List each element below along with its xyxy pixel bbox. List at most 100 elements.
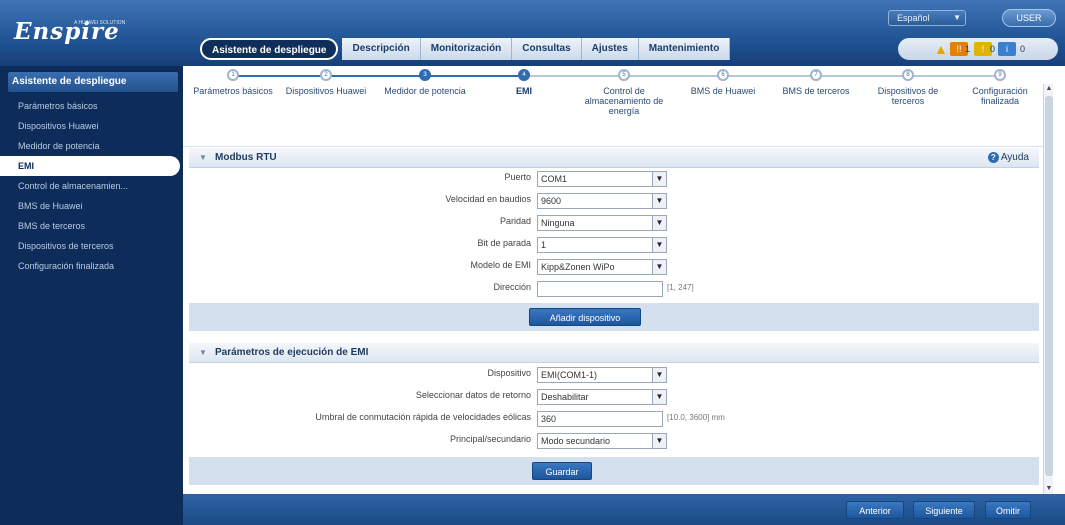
- sidebar-item-third-party-bms[interactable]: BMS de terceros: [0, 216, 175, 236]
- scroll-up-icon[interactable]: ▲: [1044, 84, 1054, 94]
- section-modbus-rtu[interactable]: ▼ Modbus RTU ? Ayuda: [189, 148, 1039, 168]
- footer-bar: Anterior Siguiente Omitir: [183, 494, 1065, 525]
- next-button[interactable]: Siguiente: [913, 501, 975, 519]
- tab-settings[interactable]: Ajustes: [581, 38, 639, 60]
- emi-model-label: Modelo de EMI: [470, 260, 531, 270]
- step-huawei-devices[interactable]: 2 Dispositivos Huawei: [281, 66, 371, 96]
- baud-select[interactable]: 9600 ▼: [537, 193, 667, 209]
- help-icon: ?: [987, 152, 999, 163]
- step-label: Parámetros básicos: [193, 86, 273, 96]
- wizard-steps: 1 Parámetros básicos 2 Dispositivos Huaw…: [183, 66, 1049, 146]
- step-config-done[interactable]: 9 Configuración finalizada: [955, 66, 1045, 106]
- port-select[interactable]: COM1 ▼: [537, 171, 667, 187]
- major-alarm-count: 1: [965, 44, 971, 54]
- help-link[interactable]: ? Ayuda: [987, 148, 1029, 168]
- section-emi-run-params[interactable]: ▼ Parámetros de ejecución de EMI: [189, 343, 1039, 363]
- help-label: Ayuda: [1000, 152, 1029, 163]
- save-button[interactable]: Guardar: [532, 462, 592, 480]
- threshold-label: Umbral de conmutación rápida de velocida…: [315, 412, 531, 422]
- step-huawei-bms[interactable]: 6 BMS de Huawei: [678, 66, 768, 96]
- primary-secondary-select[interactable]: Modo secundario ▼: [537, 433, 667, 449]
- main-content: ▼ Modbus RTU ? Ayuda Puerto COM1 ▼ Veloci…: [183, 146, 1043, 494]
- stop-bit-select[interactable]: 1 ▼: [537, 237, 667, 253]
- user-menu[interactable]: USER: [1002, 9, 1056, 27]
- step-power-meter[interactable]: 3 Medidor de potencia: [380, 66, 470, 96]
- collapse-icon[interactable]: ▼: [199, 148, 207, 168]
- device-value: EMI(COM1-1): [541, 370, 597, 380]
- warning-alarm-icon[interactable]: i: [998, 42, 1016, 56]
- device-select[interactable]: EMI(COM1-1) ▼: [537, 367, 667, 383]
- tab-overview[interactable]: Descripción: [342, 38, 421, 60]
- user-name: USER: [1016, 13, 1042, 23]
- emi-model-value: Kipp&Zonen WiPo: [541, 262, 615, 272]
- language-select[interactable]: Español ▼: [888, 10, 966, 26]
- row-return-data: Seleccionar datos de retorno Deshabilita…: [189, 387, 1039, 407]
- chevron-down-icon: ▼: [652, 238, 666, 252]
- tab-deployment-wizard[interactable]: Asistente de despliegue: [200, 38, 339, 60]
- tab-query[interactable]: Consultas: [512, 38, 582, 60]
- language-value: Español: [897, 13, 930, 23]
- add-device-button[interactable]: Añadir dispositivo: [529, 308, 641, 326]
- tab-maintenance[interactable]: Mantenimiento: [638, 38, 731, 60]
- step-basic-params[interactable]: 1 Parámetros básicos: [188, 66, 278, 96]
- sidebar-item-power-meter[interactable]: Medidor de potencia: [0, 136, 175, 156]
- port-value: COM1: [541, 174, 568, 184]
- step-dot: 1: [227, 69, 239, 81]
- logo: Enspire A HUAWEI SOLUTION: [14, 18, 164, 48]
- sidebar-item-basic-params[interactable]: Parámetros básicos: [0, 96, 175, 116]
- parity-select[interactable]: Ninguna ▼: [537, 215, 667, 231]
- step-dot: 6: [717, 69, 729, 81]
- address-input[interactable]: [537, 281, 663, 297]
- step-dot: 7: [810, 69, 822, 81]
- step-dot: 5: [618, 69, 630, 81]
- chevron-down-icon: ▼: [652, 194, 666, 208]
- return-data-value: Deshabilitar: [541, 392, 589, 402]
- sidebar-item-huawei-devices[interactable]: Dispositivos Huawei: [0, 116, 175, 136]
- collapse-icon[interactable]: ▼: [199, 343, 207, 363]
- previous-button[interactable]: Anterior: [846, 501, 904, 519]
- address-range-hint: [1, 247]: [667, 283, 694, 292]
- step-emi[interactable]: 4 EMI: [479, 66, 569, 96]
- step-label: Control de almacenamiento de energía: [584, 86, 664, 116]
- minor-alarm-count: 0: [990, 44, 996, 54]
- row-emi-model: Modelo de EMI Kipp&Zonen WiPo ▼: [189, 257, 1039, 277]
- tab-monitoring[interactable]: Monitorización: [420, 38, 513, 60]
- step-label: Medidor de potencia: [384, 86, 466, 96]
- row-address: Dirección [1, 247]: [189, 279, 1039, 299]
- device-label: Dispositivo: [487, 368, 531, 378]
- content-scrollbar[interactable]: ▲ ▼: [1043, 84, 1053, 494]
- chevron-down-icon: ▼: [652, 260, 666, 274]
- row-port: Puerto COM1 ▼: [189, 169, 1039, 189]
- sidebar-item-third-party-devices[interactable]: Dispositivos de terceros: [0, 236, 175, 256]
- step-third-party-devices[interactable]: 8 Dispositivos de terceros: [863, 66, 953, 106]
- step-storage-control[interactable]: 5 Control de almacenamiento de energía: [579, 66, 669, 116]
- scroll-down-icon[interactable]: ▼: [1044, 484, 1054, 494]
- step-dot: 8: [902, 69, 914, 81]
- scroll-thumb[interactable]: [1045, 96, 1053, 476]
- section-title: Parámetros de ejecución de EMI: [215, 347, 369, 358]
- threshold-input[interactable]: 360: [537, 411, 663, 427]
- stop-bit-value: 1: [541, 240, 547, 250]
- step-third-party-bms[interactable]: 7 BMS de terceros: [771, 66, 861, 96]
- sidebar-item-storage-control[interactable]: Control de almacenamien...: [0, 176, 175, 196]
- step-dot: 4: [518, 69, 530, 81]
- sidebar-list: Parámetros básicos Dispositivos Huawei M…: [0, 96, 183, 276]
- emi-model-select[interactable]: Kipp&Zonen WiPo ▼: [537, 259, 667, 275]
- sidebar-item-huawei-bms[interactable]: BMS de Huawei: [0, 196, 175, 216]
- logo-subtext: A HUAWEI SOLUTION: [74, 20, 126, 26]
- primary-secondary-value: Modo secundario: [541, 436, 611, 446]
- chevron-down-icon: ▼: [652, 216, 666, 230]
- alarm-bar[interactable]: ▲ !! 1 ! 0 i 0: [898, 38, 1058, 60]
- return-data-select[interactable]: Deshabilitar ▼: [537, 389, 667, 405]
- step-label: EMI: [515, 86, 532, 96]
- top-header: Enspire A HUAWEI SOLUTION Español ▼ USER…: [0, 0, 1065, 66]
- alarm-triangle-icon: ▲: [934, 41, 948, 57]
- skip-button[interactable]: Omitir: [985, 501, 1031, 519]
- section-title: Modbus RTU: [215, 152, 277, 163]
- return-data-label: Seleccionar datos de retorno: [415, 390, 531, 400]
- step-label: BMS de terceros: [782, 86, 850, 96]
- step-dot: 9: [994, 69, 1006, 81]
- sidebar-item-config-done[interactable]: Configuración finalizada: [0, 256, 175, 276]
- step-dot: 3: [419, 69, 431, 81]
- sidebar-item-emi[interactable]: EMI: [0, 156, 180, 176]
